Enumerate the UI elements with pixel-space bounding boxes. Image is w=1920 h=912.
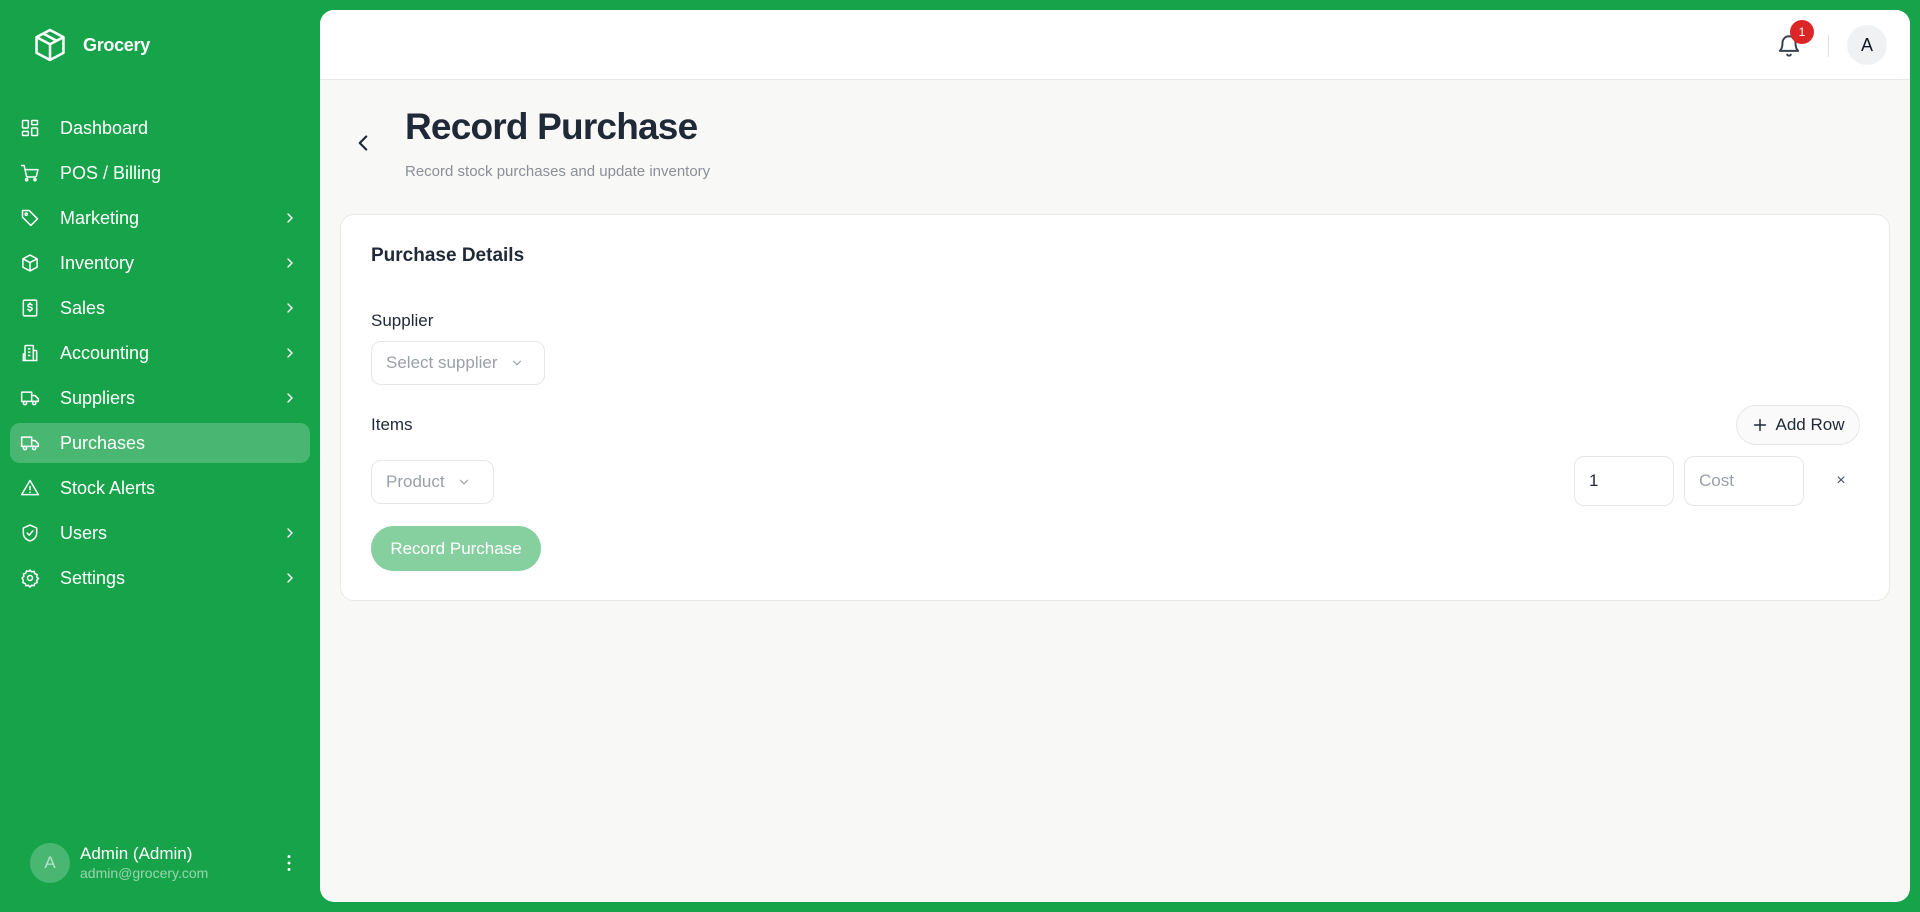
quantity-input[interactable] xyxy=(1574,456,1674,506)
plus-icon xyxy=(1752,417,1768,433)
building-icon xyxy=(20,343,40,363)
back-arrow-icon[interactable] xyxy=(350,130,376,156)
chevron-down-icon xyxy=(510,356,524,370)
add-row-label: Add Row xyxy=(1775,415,1845,434)
sidebar-item-users[interactable]: Users xyxy=(10,513,310,553)
notification-badge: 1 xyxy=(1790,20,1814,44)
sidebar-item-label: POS / Billing xyxy=(60,162,162,183)
tag-icon xyxy=(20,208,40,228)
page-title: Record Purchase xyxy=(405,106,698,147)
product-select[interactable]: Product xyxy=(371,460,494,504)
product-select-placeholder: Product xyxy=(386,472,445,491)
sidebar: Grocery Dashboard POS / Billing Marketin… xyxy=(0,0,320,912)
cart-icon xyxy=(20,163,40,183)
sidebar-item-accounting[interactable]: Accounting xyxy=(10,333,310,373)
sidebar-user-card[interactable]: A Admin (Admin) admin@grocery.com xyxy=(30,842,300,884)
chevron-right-icon xyxy=(282,570,298,586)
warning-icon xyxy=(20,478,40,498)
sidebar-item-suppliers[interactable]: Suppliers xyxy=(10,378,310,418)
gear-icon xyxy=(20,568,40,588)
sidebar-item-marketing[interactable]: Marketing xyxy=(10,198,310,238)
card-title: Purchase Details xyxy=(371,245,525,266)
sidebar-item-label: Sales xyxy=(60,297,106,318)
chevron-right-icon xyxy=(282,345,298,361)
sidebar-item-label: Users xyxy=(60,522,108,543)
avatar: A xyxy=(30,843,70,883)
truck-icon xyxy=(20,388,40,408)
box-logo-icon xyxy=(31,26,69,64)
truck-icon xyxy=(20,433,40,453)
close-icon: × xyxy=(1836,472,1846,489)
chevron-right-icon xyxy=(282,525,298,541)
box-icon xyxy=(20,253,40,273)
items-label: Items xyxy=(371,415,413,434)
sidebar-item-label: Purchases xyxy=(60,432,146,453)
cost-input[interactable] xyxy=(1684,456,1804,506)
purchase-details-card: Purchase Details Supplier Select supplie… xyxy=(340,214,1890,601)
sidebar-item-purchases[interactable]: Purchases xyxy=(10,423,310,463)
sidebar-item-label: Inventory xyxy=(60,252,135,273)
sidebar-item-label: Dashboard xyxy=(60,117,149,138)
dashboard-icon xyxy=(20,118,40,138)
supplier-select[interactable]: Select supplier xyxy=(371,341,545,385)
avatar-button[interactable]: A xyxy=(1847,25,1887,65)
sidebar-item-label: Settings xyxy=(60,567,126,588)
sidebar-item-dashboard[interactable]: Dashboard xyxy=(10,108,310,148)
sidebar-item-label: Marketing xyxy=(60,207,140,228)
record-purchase-button[interactable]: Record Purchase xyxy=(371,526,541,571)
shield-icon xyxy=(20,523,40,543)
chevron-right-icon xyxy=(282,255,298,271)
sidebar-nav: Dashboard POS / Billing Marketing Invent… xyxy=(10,108,310,603)
app-name: Grocery xyxy=(83,34,150,55)
sidebar-item-label: Suppliers xyxy=(60,387,136,408)
brand[interactable]: Grocery xyxy=(31,25,150,65)
chevron-down-icon xyxy=(457,475,471,489)
supplier-select-placeholder: Select supplier xyxy=(386,353,498,372)
sidebar-item-settings[interactable]: Settings xyxy=(10,558,310,598)
receipt-icon xyxy=(20,298,40,318)
supplier-label: Supplier xyxy=(371,311,434,330)
sidebar-item-label: Accounting xyxy=(60,342,150,363)
remove-row-button[interactable]: × xyxy=(1831,471,1851,491)
user-name: Admin (Admin) xyxy=(80,844,193,863)
sidebar-item-label: Stock Alerts xyxy=(60,477,156,498)
sidebar-item-sales[interactable]: Sales xyxy=(10,288,310,328)
topbar: 1 A xyxy=(320,10,1910,80)
sidebar-item-stock-alerts[interactable]: Stock Alerts xyxy=(10,468,310,508)
user-email: admin@grocery.com xyxy=(80,865,209,881)
user-meta: Admin (Admin) admin@grocery.com xyxy=(80,844,278,882)
add-row-button[interactable]: Add Row xyxy=(1736,405,1860,445)
sidebar-item-inventory[interactable]: Inventory xyxy=(10,243,310,283)
chevron-right-icon xyxy=(282,300,298,316)
chevron-right-icon xyxy=(282,210,298,226)
more-vertical-icon[interactable] xyxy=(278,852,300,874)
chevron-right-icon xyxy=(282,390,298,406)
page-subtitle: Record stock purchases and update invent… xyxy=(405,163,711,180)
topbar-divider xyxy=(1828,35,1829,57)
sidebar-item-pos-billing[interactable]: POS / Billing xyxy=(10,153,310,193)
